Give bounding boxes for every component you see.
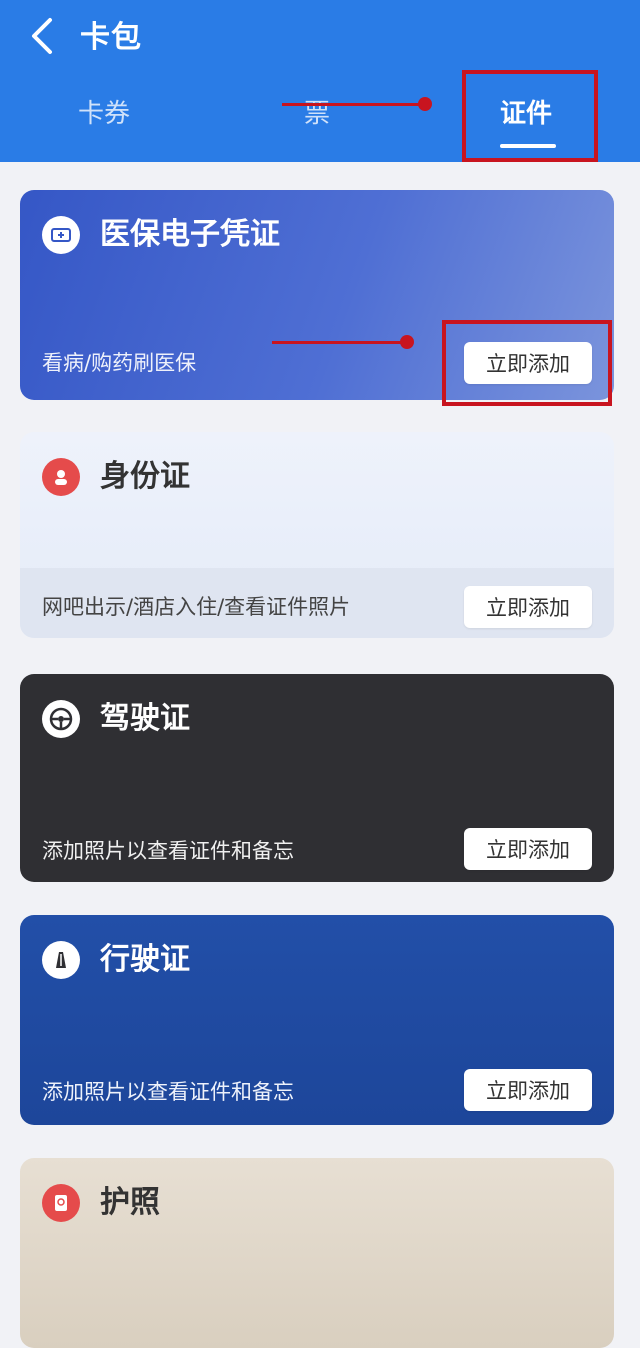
back-button[interactable] [22,16,62,56]
tab-tickets[interactable]: 票 [304,96,330,132]
card-driver-license[interactable]: 驾驶证 添加照片以查看证件和备忘 立即添加 [20,674,614,882]
tab-coupons[interactable]: 卡券 [78,96,130,132]
card-description: 添加照片以查看证件和备忘 [42,839,294,863]
card-id-card[interactable]: 身份证 网吧出示/酒店入住/查看证件照片 立即添加 [20,432,614,638]
card-description: 看病/购药刷医保 [42,351,197,375]
active-tab-indicator [500,144,556,148]
tab-certificates[interactable]: 证件 [500,96,552,132]
card-title: 护照 [100,1185,160,1220]
card-description: 添加照片以查看证件和备忘 [42,1080,294,1104]
annotation-arrow-tab [282,97,432,111]
card-title: 身份证 [100,459,190,494]
steering-wheel-icon [42,700,80,738]
add-id-card-button[interactable]: 立即添加 [464,586,592,628]
card-title: 驾驶证 [100,701,190,736]
medical-insurance-icon [42,216,80,254]
annotation-arrow-add [272,335,414,349]
id-card-icon [42,458,80,496]
top-bar: 卡包 卡券 票 证件 [0,0,640,162]
card-title: 医保电子凭证 [100,217,280,252]
card-passport[interactable]: 护照 [20,1158,614,1348]
car-icon [42,941,80,979]
add-driver-license-button[interactable]: 立即添加 [464,828,592,870]
add-vehicle-license-button[interactable]: 立即添加 [464,1069,592,1111]
page-title: 卡包 [80,20,142,55]
card-medical-insurance[interactable]: 医保电子凭证 看病/购药刷医保 立即添加 [20,190,614,400]
card-title: 行驶证 [100,942,190,977]
card-description: 网吧出示/酒店入住/查看证件照片 [42,595,351,619]
card-vehicle-license[interactable]: 行驶证 添加照片以查看证件和备忘 立即添加 [20,915,614,1125]
passport-icon [42,1184,80,1222]
add-medical-button[interactable]: 立即添加 [464,342,592,384]
chevron-left-icon [32,18,52,54]
